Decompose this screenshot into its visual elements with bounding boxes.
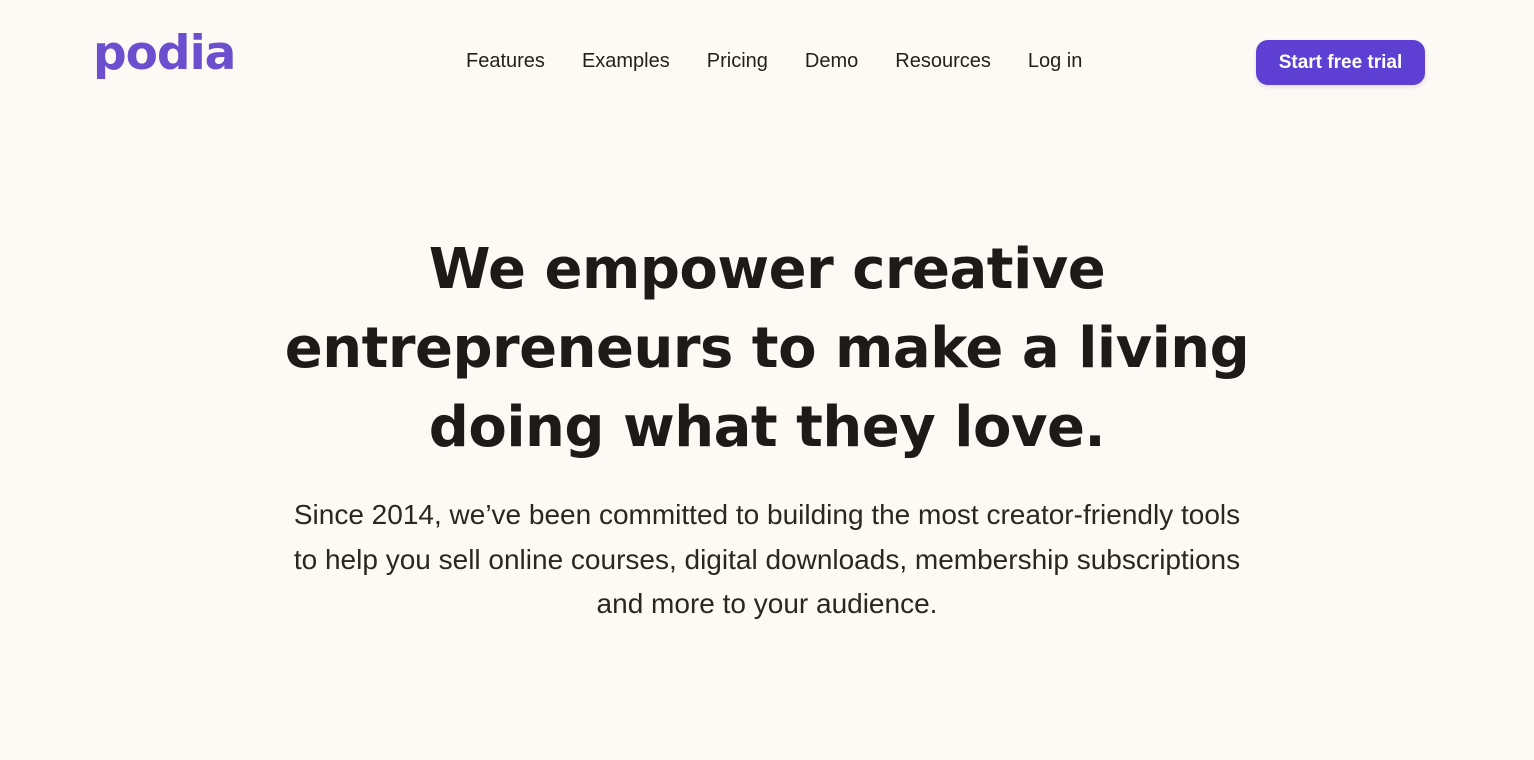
nav-link-pricing[interactable]: Pricing [707, 48, 768, 74]
hero-section: We empower creative entrepreneurs to mak… [0, 230, 1534, 627]
podia-logo[interactable]: podia [93, 30, 236, 77]
main-nav: Features Examples Pricing Demo Resources… [466, 48, 1082, 74]
site-header: podia Features Examples Pricing Demo Res… [0, 0, 1534, 124]
nav-link-examples[interactable]: Examples [582, 48, 670, 74]
hero-title: We empower creative entrepreneurs to mak… [284, 237, 1250, 460]
nav-link-demo[interactable]: Demo [805, 48, 858, 74]
nav-link-resources[interactable]: Resources [895, 48, 991, 74]
nav-link-log-in[interactable]: Log in [1028, 48, 1083, 74]
nav-link-features[interactable]: Features [466, 48, 545, 74]
start-free-trial-button[interactable]: Start free trial [1256, 40, 1425, 85]
hero-subtitle: Since 2014, we’ve been committed to buil… [293, 499, 1241, 619]
